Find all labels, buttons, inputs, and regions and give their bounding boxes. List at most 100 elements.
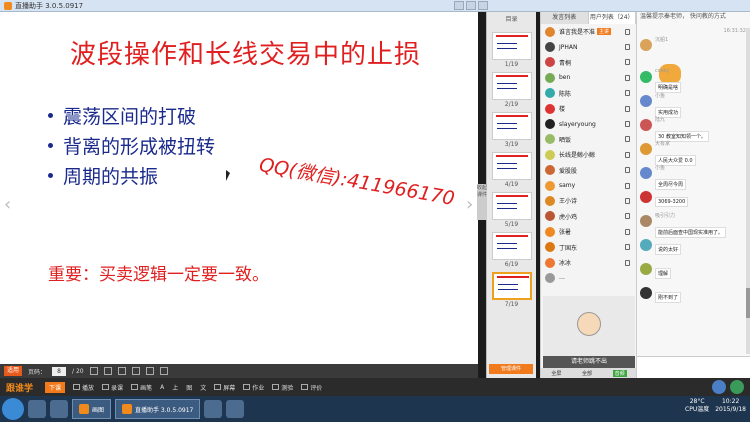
- manage-courseware-button[interactable]: 管理课件: [489, 364, 533, 374]
- quiz-button[interactable]: 测验: [272, 383, 293, 392]
- slide-thumbnail[interactable]: [491, 232, 532, 260]
- page-number-input[interactable]: 8: [52, 366, 67, 376]
- user-row[interactable]: 张暑: [541, 224, 636, 239]
- tab-speakers[interactable]: 发言列表: [541, 12, 589, 24]
- mic-icon[interactable]: [625, 121, 630, 128]
- user-row[interactable]: 晒饭: [541, 132, 636, 147]
- user-row[interactable]: 青桐: [541, 55, 636, 70]
- taskbar-task[interactable]: 画图: [72, 399, 112, 419]
- record-button[interactable]: 录课: [102, 383, 123, 392]
- minimize-icon[interactable]: [454, 1, 464, 10]
- rate-button[interactable]: 评价: [301, 383, 322, 392]
- homework-icon: [243, 384, 251, 390]
- upload-button[interactable]: 上: [172, 383, 178, 392]
- slide-thumbnail[interactable]: [491, 32, 532, 60]
- user-row[interactable]: 谁言我是不准 主讲: [541, 24, 636, 39]
- user-row[interactable]: ben: [541, 70, 636, 85]
- prev-slide-icon[interactable]: ‹: [4, 194, 11, 215]
- pen-button[interactable]: 画笔: [131, 383, 152, 392]
- screen-button[interactable]: 屏幕: [214, 383, 235, 392]
- end-class-button[interactable]: 下课: [45, 381, 66, 393]
- start-button-icon[interactable]: [2, 398, 24, 420]
- user-row[interactable]: samy: [541, 178, 636, 193]
- slide-thumbnail-active[interactable]: [491, 272, 532, 300]
- user-row[interactable]: 冰冰: [541, 255, 636, 270]
- taskbar-app-icon[interactable]: [204, 400, 223, 418]
- user-row[interactable]: slayeryoung: [541, 116, 636, 131]
- thumb-line: [496, 48, 517, 49]
- user-row[interactable]: …: [541, 270, 636, 285]
- slide-thumbnail[interactable]: [491, 72, 532, 100]
- slide-thumbnail[interactable]: [491, 112, 532, 140]
- thumb-line: [496, 168, 517, 169]
- mic-icon[interactable]: [625, 28, 630, 35]
- tool-icon[interactable]: [89, 367, 98, 375]
- all-button[interactable]: 全部: [582, 370, 592, 377]
- pager-tag[interactable]: 适用: [4, 366, 23, 376]
- taskbar-task[interactable]: 直播助手 3.0.5.0917: [115, 399, 201, 419]
- mic-icon[interactable]: [625, 182, 630, 189]
- avatar: [640, 191, 652, 203]
- next-slide-icon[interactable]: ›: [466, 194, 473, 215]
- taskbar-app-icon[interactable]: [28, 400, 46, 418]
- mic-icon[interactable]: [625, 259, 630, 266]
- doc-button[interactable]: 文: [200, 383, 206, 392]
- user-row[interactable]: 楼: [541, 101, 636, 116]
- tool-icon[interactable]: [145, 367, 154, 375]
- taskbar-app-icon[interactable]: [226, 400, 245, 418]
- close-icon[interactable]: [478, 1, 488, 10]
- user-row[interactable]: 长线是鲸小鲸: [541, 147, 636, 162]
- tool-icon[interactable]: [103, 367, 112, 375]
- mic-icon[interactable]: [625, 44, 630, 51]
- tab-users[interactable]: 用户列表（24）: [588, 12, 636, 24]
- user-row[interactable]: JPHAN: [541, 39, 636, 54]
- user-row[interactable]: 丁国东: [541, 239, 636, 254]
- slide-thumbnail[interactable]: [491, 192, 532, 220]
- rate-icon: [301, 384, 309, 390]
- thumb-number: 5/19: [504, 221, 519, 228]
- avatar: [545, 272, 555, 283]
- chat-input[interactable]: [637, 356, 750, 378]
- teacher-camera-view[interactable]: 请老师跳不出: [543, 296, 635, 368]
- mic-icon[interactable]: [625, 228, 630, 235]
- user-name: 晒饭: [559, 136, 572, 144]
- user-row[interactable]: 虎小鸡: [541, 209, 636, 224]
- user-row[interactable]: 爱股股: [541, 163, 636, 178]
- mic-icon[interactable]: [625, 90, 630, 97]
- mic-icon[interactable]: [625, 213, 630, 220]
- slide-canvas[interactable]: 波段操作和长线交易中的止损 震荡区间的打破 背离的形成被扭转 周期的共振 QQ(…: [0, 12, 478, 364]
- taskbar-app-icon[interactable]: [50, 400, 68, 418]
- mic-icon[interactable]: [625, 59, 630, 66]
- user-name: 爱股股: [559, 167, 578, 175]
- chat-message: 沉船1: [637, 36, 750, 60]
- chat-text: 3069-3200: [655, 197, 689, 207]
- mic-icon[interactable]: [625, 105, 630, 112]
- user-row[interactable]: 陈陈: [541, 86, 636, 101]
- system-tray: 28°C CPU温度 10:22 2015/9/18: [685, 398, 746, 414]
- fullscreen-button[interactable]: 全屏: [551, 370, 561, 377]
- tool-icon[interactable]: [159, 367, 168, 375]
- homework-button[interactable]: 作业: [243, 383, 264, 392]
- maximize-icon[interactable]: [466, 1, 476, 10]
- image-button[interactable]: 图: [186, 383, 192, 392]
- tool-icon[interactable]: [117, 367, 126, 375]
- chat-scrollbar[interactable]: [746, 28, 750, 354]
- mic-icon[interactable]: [625, 244, 630, 251]
- audio-button[interactable]: 音频: [612, 369, 627, 377]
- mic-icon[interactable]: [625, 167, 630, 174]
- play-button[interactable]: 播放: [73, 383, 94, 392]
- chat-text: 刚不到了: [655, 292, 682, 303]
- mic-icon[interactable]: [625, 74, 630, 81]
- collapse-courseware-tab[interactable]: 收起课件: [477, 184, 487, 220]
- scrollbar-thumb[interactable]: [746, 288, 750, 318]
- thumb-line: [496, 43, 517, 44]
- slide-thumbnail[interactable]: [491, 152, 532, 180]
- text-button[interactable]: A: [160, 384, 164, 391]
- tool-icon[interactable]: [131, 367, 140, 375]
- button-label: 录课: [111, 384, 124, 392]
- user-row[interactable]: 王小诗: [541, 193, 636, 208]
- mic-icon[interactable]: [625, 151, 630, 158]
- mic-icon[interactable]: [625, 197, 630, 204]
- clock[interactable]: 10:22 2015/9/18: [715, 398, 746, 414]
- mic-icon[interactable]: [625, 136, 630, 143]
